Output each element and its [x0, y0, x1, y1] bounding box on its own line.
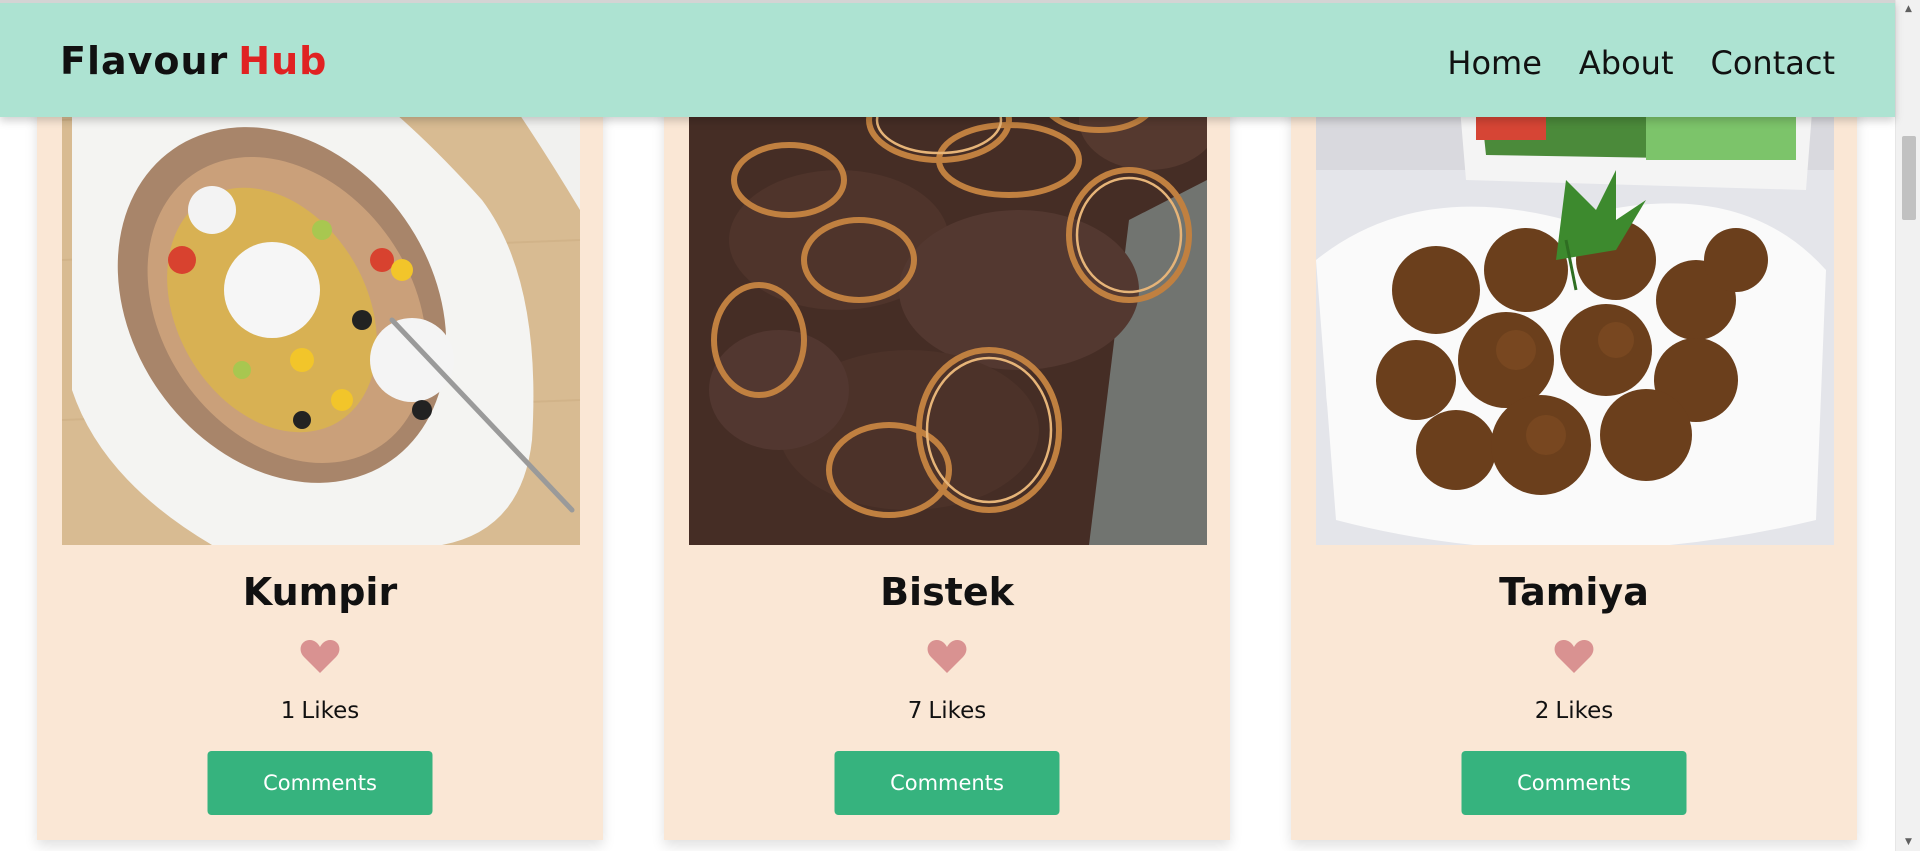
heart-icon[interactable]	[300, 638, 340, 674]
kumpir-photo	[62, 60, 580, 545]
heart-icon[interactable]	[927, 638, 967, 674]
nav-home-link[interactable]: Home	[1447, 44, 1542, 82]
likes-count: 1 Likes	[37, 698, 603, 724]
likes-number: 1	[280, 698, 296, 724]
likes-number: 2	[1534, 698, 1550, 724]
likes-label: Likes	[301, 698, 360, 724]
logo-accent: Hub	[238, 39, 328, 83]
nav-contact-link[interactable]: Contact	[1711, 44, 1836, 82]
scrollbar-thumb[interactable]	[1902, 136, 1916, 220]
scroll-up-arrow-icon[interactable]: ▲	[1896, 0, 1920, 18]
recipe-card: Tamiya 2 Likes Comments	[1291, 60, 1857, 840]
likes-label: Likes	[928, 698, 987, 724]
likes-count: 2 Likes	[1291, 698, 1857, 724]
comments-button[interactable]: Comments	[834, 751, 1060, 815]
likes-count: 7 Likes	[664, 698, 1230, 724]
recipe-card: Bistek 7 Likes Comments	[664, 60, 1230, 840]
comments-button[interactable]: Comments	[1461, 751, 1687, 815]
site-header: Flavour Hub Home About Contact	[0, 0, 1895, 117]
scroll-down-arrow-icon[interactable]: ▼	[1896, 833, 1920, 851]
nav-about-link[interactable]: About	[1579, 44, 1674, 82]
comments-button[interactable]: Comments	[207, 751, 433, 815]
site-logo[interactable]: Flavour Hub	[60, 39, 327, 83]
heart-icon[interactable]	[1554, 638, 1594, 674]
tamiya-photo	[1316, 60, 1834, 545]
recipe-title: Tamiya	[1499, 570, 1649, 614]
logo-text: Flavour	[60, 39, 229, 83]
recipe-title: Bistek	[880, 570, 1014, 614]
recipe-card: Kumpir 1 Likes Comments	[37, 60, 603, 840]
likes-label: Likes	[1555, 698, 1614, 724]
likes-number: 7	[907, 698, 923, 724]
recipe-cards: Kumpir 1 Likes Comments Bistek 7 Likes C…	[0, 0, 1895, 851]
recipe-title: Kumpir	[242, 570, 398, 614]
bistek-photo	[689, 60, 1207, 545]
main-nav: Home About Contact	[1447, 44, 1835, 82]
vertical-scrollbar[interactable]: ▲ ▼	[1895, 0, 1920, 851]
